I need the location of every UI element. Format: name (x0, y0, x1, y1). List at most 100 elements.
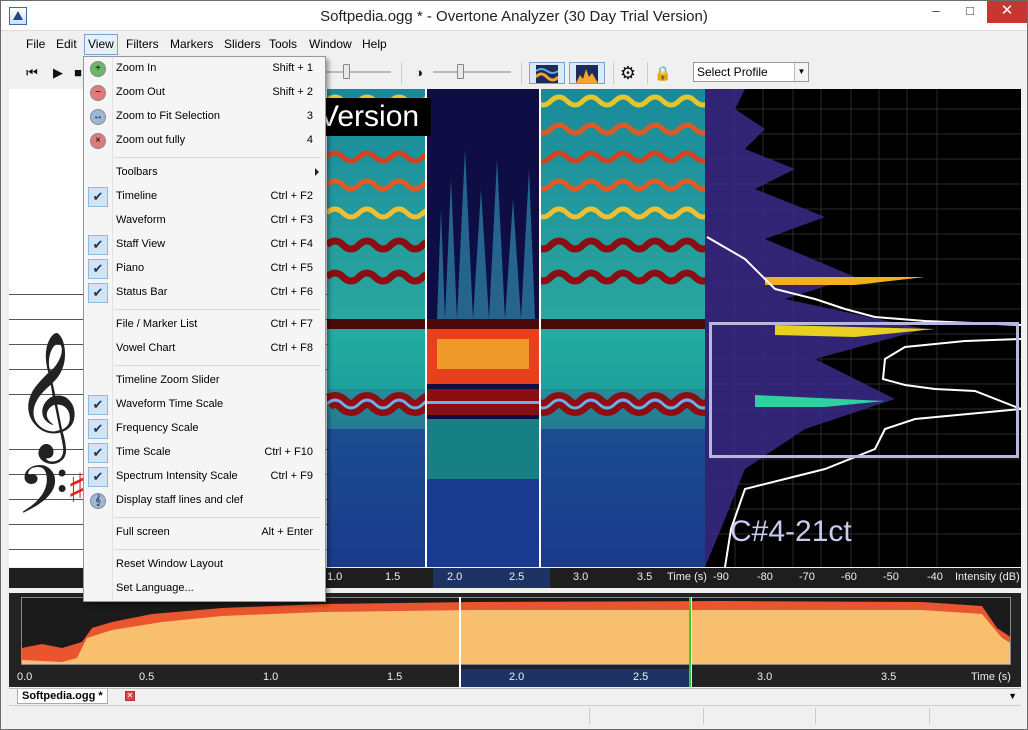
tab-close-icon[interactable]: ✕ (125, 691, 135, 701)
time-tick: 3.5 (637, 571, 653, 583)
intensity-tick: -80 (757, 571, 773, 583)
menu-markers[interactable]: Markers (167, 34, 216, 55)
menu-separator (114, 365, 320, 366)
checkmark-icon: ✔ (88, 419, 108, 439)
volume-slider[interactable] (325, 71, 391, 73)
intensity-tick: -50 (883, 571, 899, 583)
lock-icon[interactable]: 🔒 (653, 62, 673, 84)
selected-region-canvas (427, 89, 539, 567)
status-cell (703, 708, 815, 724)
menu-item-label: Vowel Chart (116, 342, 176, 354)
selected-region[interactable] (425, 89, 541, 567)
menu-item-vowel-chart[interactable]: Vowel Chart Ctrl + F8 (86, 338, 323, 360)
menu-item-waveform[interactable]: Waveform Ctrl + F3 (86, 210, 323, 232)
settings-gear-icon[interactable]: ⚙ (617, 62, 639, 84)
spectrum-view-button[interactable] (569, 62, 605, 84)
menu-item-status-bar[interactable]: ✔ Status Bar Ctrl + F6 (86, 282, 323, 304)
waveform-time-tick: 0.5 (139, 671, 155, 683)
time-tick: 1.0 (327, 571, 343, 583)
status-cell (929, 708, 1021, 724)
menu-item-zoom-out-fully[interactable]: × Zoom out fully 4 (86, 130, 323, 152)
zoom-out-fully-icon: × (90, 133, 106, 149)
menu-item-display-staff-lines-and-clef[interactable]: 𝄞 Display staff lines and clef (86, 490, 323, 512)
menu-filters[interactable]: Filters (123, 34, 162, 55)
menu-item-shortcut: Ctrl + F7 (270, 318, 313, 330)
toolbar-separator (647, 62, 648, 84)
checkmark-icon: ✔ (88, 467, 108, 487)
toolbar-separator (613, 62, 614, 84)
spectrogram-view-button[interactable] (529, 62, 565, 84)
menu-help[interactable]: Help (359, 34, 390, 55)
maximize-button[interactable]: □ (953, 1, 987, 23)
contrast-icon[interactable]: ◑ (411, 62, 427, 84)
chevron-down-icon[interactable]: ▼ (794, 63, 808, 81)
waveform-overview[interactable]: 0.0 0.5 1.0 1.5 2.0 2.5 3.0 3.5 Time (s) (9, 593, 1021, 687)
menu-item-shortcut: Ctrl + F6 (270, 286, 313, 298)
menu-window[interactable]: Window (306, 34, 355, 55)
checkmark-icon: ✔ (88, 187, 108, 207)
file-tab[interactable]: Softpedia.ogg * (17, 689, 108, 704)
stop-button[interactable]: ■ (73, 62, 83, 84)
menu-item-zoom-to-fit-selection[interactable]: ↔ Zoom to Fit Selection 3 (86, 106, 323, 128)
menu-item-set-language[interactable]: Set Language... (86, 578, 323, 600)
menu-item-frequency-scale[interactable]: ✔ Frequency Scale (86, 418, 323, 440)
intensity-tick: -70 (799, 571, 815, 583)
menu-sliders[interactable]: Sliders (221, 34, 264, 55)
close-button[interactable]: ✕ (987, 1, 1027, 23)
waveform-axis-selection-highlight (461, 669, 690, 687)
zoom-fit-icon: ↔ (90, 109, 106, 125)
menu-item-reset-window-layout[interactable]: Reset Window Layout (86, 554, 323, 576)
contrast-slider[interactable] (433, 71, 511, 73)
menu-item-waveform-time-scale[interactable]: ✔ Waveform Time Scale (86, 394, 323, 416)
profile-select-value: Select Profile (697, 65, 768, 79)
toolbar-separator (521, 62, 522, 84)
menu-tools[interactable]: Tools (266, 34, 300, 55)
tab-list-dropdown-icon[interactable]: ▼ (1008, 691, 1017, 701)
play-button[interactable]: ▶ (49, 62, 67, 84)
time-axis-label: Time (s) (667, 571, 707, 583)
volume-slider-thumb[interactable] (343, 64, 350, 79)
menu-item-shortcut: Shift + 1 (272, 62, 313, 74)
menu-item-toolbars[interactable]: Toolbars (86, 162, 323, 184)
menu-file[interactable]: File (23, 34, 48, 55)
menu-item-label: Waveform Time Scale (116, 398, 224, 410)
title-bar: Softpedia.ogg * - Overtone Analyzer (30 … (1, 1, 1027, 31)
zoom-in-icon: + (90, 61, 106, 77)
menu-item-label: Staff View (116, 238, 166, 250)
menu-separator (114, 549, 320, 550)
menu-item-timeline[interactable]: ✔ Timeline Ctrl + F2 (86, 186, 323, 208)
menu-item-staff-view[interactable]: ✔ Staff View Ctrl + F4 (86, 234, 323, 256)
previous-button[interactable]: ⏮ (23, 62, 41, 84)
menu-item-shortcut: Ctrl + F3 (270, 214, 313, 226)
playhead-cursor[interactable] (689, 597, 691, 687)
menu-item-label: Zoom out fully (116, 134, 186, 146)
zoom-out-icon: − (90, 85, 106, 101)
frequency-selection-box[interactable] (709, 322, 1019, 458)
menu-item-file-marker-list[interactable]: File / Marker List Ctrl + F7 (86, 314, 323, 336)
menu-item-label: Zoom In (116, 62, 157, 74)
window-title: Softpedia.ogg * - Overtone Analyzer (30 … (320, 8, 708, 25)
menu-item-zoom-in[interactable]: + Zoom In Shift + 1 (86, 58, 323, 80)
menu-item-zoom-out[interactable]: − Zoom Out Shift + 2 (86, 82, 323, 104)
profile-select[interactable]: Select Profile ▼ (693, 62, 809, 82)
toolbar-separator (401, 62, 402, 84)
menu-item-label: Zoom Out (116, 86, 165, 98)
waveform-time-axis: 0.0 0.5 1.0 1.5 2.0 2.5 3.0 3.5 Time (s) (9, 669, 1021, 687)
menu-item-timeline-zoom-slider[interactable]: Timeline Zoom Slider (86, 370, 323, 392)
menu-item-time-scale[interactable]: ✔ Time Scale Ctrl + F10 (86, 442, 323, 464)
menu-item-piano[interactable]: ✔ Piano Ctrl + F5 (86, 258, 323, 280)
menu-item-shortcut: Alt + Enter (261, 526, 313, 538)
menu-item-full-screen[interactable]: Full screen Alt + Enter (86, 522, 323, 544)
menu-item-spectrum-intensity-scale[interactable]: ✔ Spectrum Intensity Scale Ctrl + F9 (86, 466, 323, 488)
menu-item-label: Full screen (116, 526, 170, 538)
waveform-time-tick: 3.0 (757, 671, 773, 683)
minimize-button[interactable]: – (919, 1, 953, 23)
file-tab-label: Softpedia.ogg * (22, 690, 103, 702)
menu-item-label: File / Marker List (116, 318, 198, 330)
menu-view[interactable]: View (84, 34, 118, 55)
menu-item-shortcut: Shift + 2 (272, 86, 313, 98)
contrast-slider-thumb[interactable] (457, 64, 464, 79)
waveform-time-tick: 3.5 (881, 671, 897, 683)
checkmark-icon: ✔ (88, 235, 108, 255)
menu-edit[interactable]: Edit (53, 34, 80, 55)
